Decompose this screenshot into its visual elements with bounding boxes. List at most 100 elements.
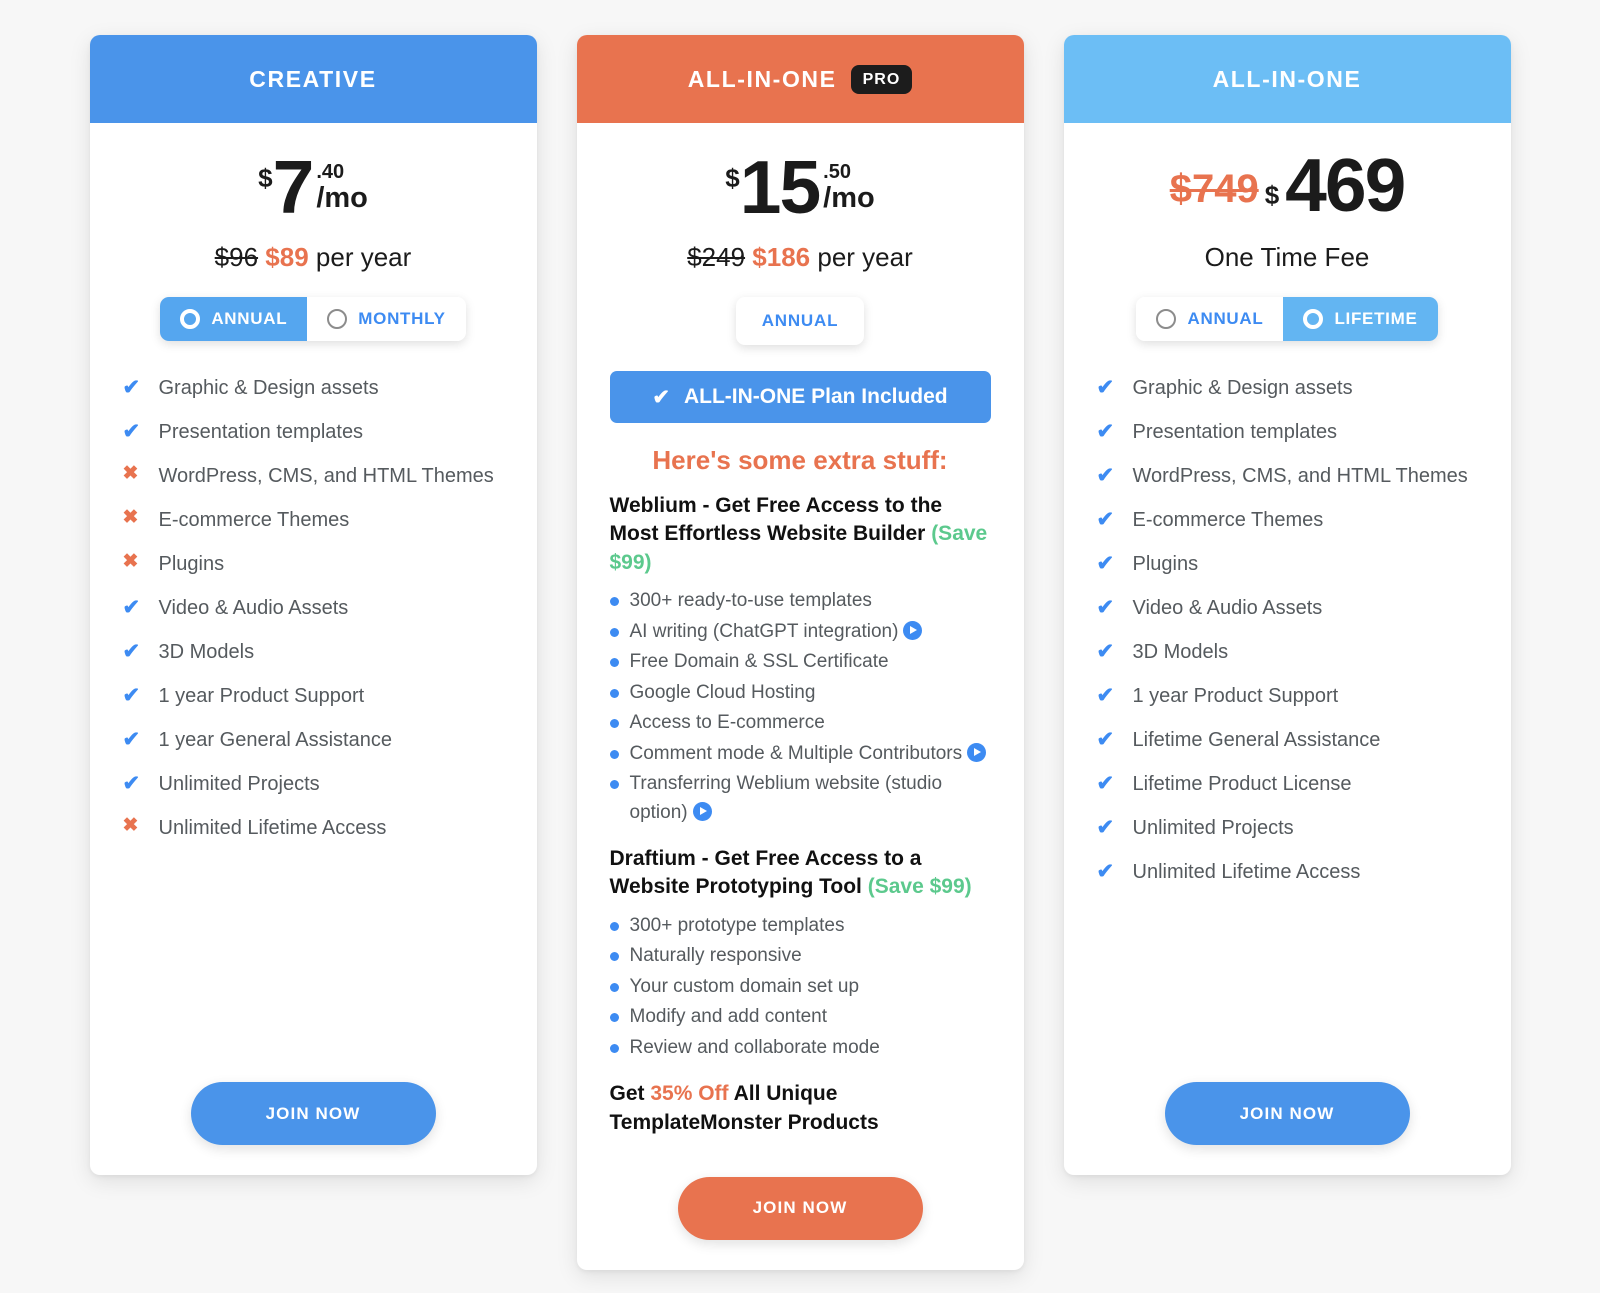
feature-label: Plugins [158, 553, 225, 575]
feature-item: ✔ Plugins [1097, 551, 1478, 577]
list-item: Your custom domain set up [609, 973, 991, 1002]
bullet-icon [609, 719, 619, 729]
per-year-suffix: per year [315, 242, 412, 272]
promo-prefix: Get [609, 1082, 651, 1106]
card-header-pro: ALL-IN-ONE PRO [576, 35, 1024, 123]
join-now-button[interactable]: JOIN NOW [190, 1082, 436, 1145]
toggle-option-lifetime[interactable]: LIFETIME [1283, 297, 1438, 341]
feature-item: ✔ Presentation templates [123, 419, 504, 445]
card-body-pro: $ 15 .50 /mo $249 $186 per year ANNUAL ✔… [577, 123, 1024, 1270]
cross-icon: ✖ [122, 507, 139, 528]
section-title-draftium: Draftium - Get Free Access to a Website … [610, 845, 991, 902]
card-body-creative: $ 7 .40 /mo $96 $89 per year ANNUAL MONT… [90, 123, 537, 1175]
weblium-feature-list: 300+ ready-to-use templates AI writing (… [609, 587, 991, 829]
list-item-label: Your custom domain set up [629, 975, 860, 997]
feature-label: E-commerce Themes [1132, 509, 1324, 531]
plan-title: CREATIVE [249, 65, 377, 92]
list-item: Transferring Weblium website (studio opt… [609, 770, 991, 827]
bullet-icon [609, 627, 619, 637]
check-icon: ✔ [1096, 508, 1115, 531]
feature-label: WordPress, CMS, and HTML Themes [1132, 465, 1468, 487]
check-icon: ✔ [1096, 684, 1115, 707]
new-yearly-price: $89 [265, 242, 309, 272]
promo-highlight: 35% Off [650, 1082, 729, 1106]
toggle-option-monthly[interactable]: MONTHLY [307, 297, 466, 341]
feature-item: ✔ Graphic & Design assets [123, 375, 504, 401]
billing-pill-annual[interactable]: ANNUAL [735, 297, 865, 345]
bullet-icon [609, 1043, 619, 1053]
feature-item: ✔ Video & Audio Assets [1097, 595, 1478, 621]
pricing-card-all-in-one-pro: ALL-IN-ONE PRO $ 15 .50 /mo $249 $186 pe… [576, 35, 1024, 1270]
toggle-option-annual[interactable]: ANNUAL [160, 297, 308, 341]
feature-item: ✖ Plugins [123, 551, 504, 577]
feature-label: Video & Audio Assets [1132, 597, 1323, 619]
check-icon: ✔ [1096, 860, 1115, 883]
list-item: Naturally responsive [609, 942, 991, 971]
feature-item: ✔ Graphic & Design assets [1097, 375, 1478, 401]
section-title-weblium: Weblium - Get Free Access to the Most Ef… [610, 492, 991, 577]
list-item-label-wrap: Comment mode & Multiple Contributors [630, 740, 987, 769]
check-icon: ✔ [122, 772, 141, 795]
feature-label: Lifetime Product License [1132, 773, 1352, 795]
check-icon: ✔ [122, 640, 141, 663]
billing-toggle-all-in-one[interactable]: ANNUAL LIFETIME [1136, 297, 1438, 341]
pricing-card-creative: CREATIVE $ 7 .40 /mo $96 $89 per year AN… [89, 35, 537, 1175]
feature-label: Unlimited Projects [158, 773, 320, 795]
check-icon: ✔ [1096, 640, 1115, 663]
feature-label: Graphic & Design assets [158, 377, 379, 399]
list-item: 300+ prototype templates [609, 912, 991, 941]
feature-item: ✖ E-commerce Themes [123, 507, 504, 533]
toggle-label: ANNUAL [211, 309, 288, 328]
cta-wrap: JOIN NOW [123, 1042, 504, 1145]
feature-label: Presentation templates [158, 421, 364, 443]
feature-item: ✔ E-commerce Themes [1097, 507, 1478, 533]
list-item-label: Modify and add content [629, 1006, 828, 1028]
cross-icon: ✖ [122, 815, 139, 836]
price-cents: .50 [823, 161, 851, 183]
list-item-label: 300+ ready-to-use templates [629, 590, 872, 612]
billing-toggle-wrap: ANNUAL MONTHLY [123, 297, 504, 341]
play-circle-icon[interactable] [692, 801, 712, 821]
list-item: Review and collaborate mode [609, 1034, 991, 1063]
one-time-fee-label: One Time Fee [1204, 242, 1370, 272]
bullet-icon [609, 688, 619, 698]
pro-badge: PRO [850, 64, 913, 94]
radio-unselected-icon [327, 309, 348, 329]
feature-label: 3D Models [158, 641, 255, 663]
feature-label: Unlimited Lifetime Access [1132, 861, 1361, 883]
price-suffix-group: .40 /mo [316, 161, 368, 213]
new-yearly-price: $186 [752, 242, 811, 272]
list-item: AI writing (ChatGPT integration) [609, 618, 991, 647]
feature-label: Plugins [1132, 553, 1199, 575]
list-item-label: Transferring Weblium website (studio opt… [629, 773, 943, 823]
join-now-button[interactable]: JOIN NOW [677, 1176, 923, 1240]
toggle-option-annual[interactable]: ANNUAL [1136, 297, 1284, 341]
currency-symbol: $ [258, 163, 273, 193]
list-item: Access to E-commerce [609, 709, 991, 738]
plan-title: ALL-IN-ONE [1212, 65, 1362, 92]
radio-unselected-icon [1156, 309, 1177, 329]
plan-title: ALL-IN-ONE [687, 65, 837, 92]
check-icon: ✔ [1096, 772, 1115, 795]
list-item: Modify and add content [609, 1003, 991, 1032]
check-icon: ✔ [1096, 596, 1115, 619]
feature-label: Lifetime General Assistance [1132, 729, 1381, 751]
bullet-icon [609, 982, 619, 992]
cross-icon: ✖ [122, 463, 139, 484]
list-item-label: Review and collaborate mode [629, 1036, 880, 1058]
list-item-label: 300+ prototype templates [629, 914, 845, 936]
check-icon: ✔ [122, 728, 141, 751]
join-now-button[interactable]: JOIN NOW [1164, 1082, 1410, 1145]
check-icon: ✔ [122, 420, 141, 443]
feature-label: Video & Audio Assets [158, 597, 349, 619]
billing-toggle-creative[interactable]: ANNUAL MONTHLY [160, 297, 466, 341]
play-circle-icon[interactable] [903, 620, 923, 640]
feature-label: 3D Models [1132, 641, 1229, 663]
check-icon: ✔ [1096, 376, 1115, 399]
check-icon: ✔ [122, 376, 141, 399]
feature-item: ✔ 3D Models [123, 639, 504, 665]
bullet-icon [609, 780, 619, 790]
play-circle-icon[interactable] [967, 742, 987, 762]
check-icon: ✔ [1096, 728, 1115, 751]
radio-selected-icon [180, 309, 201, 329]
